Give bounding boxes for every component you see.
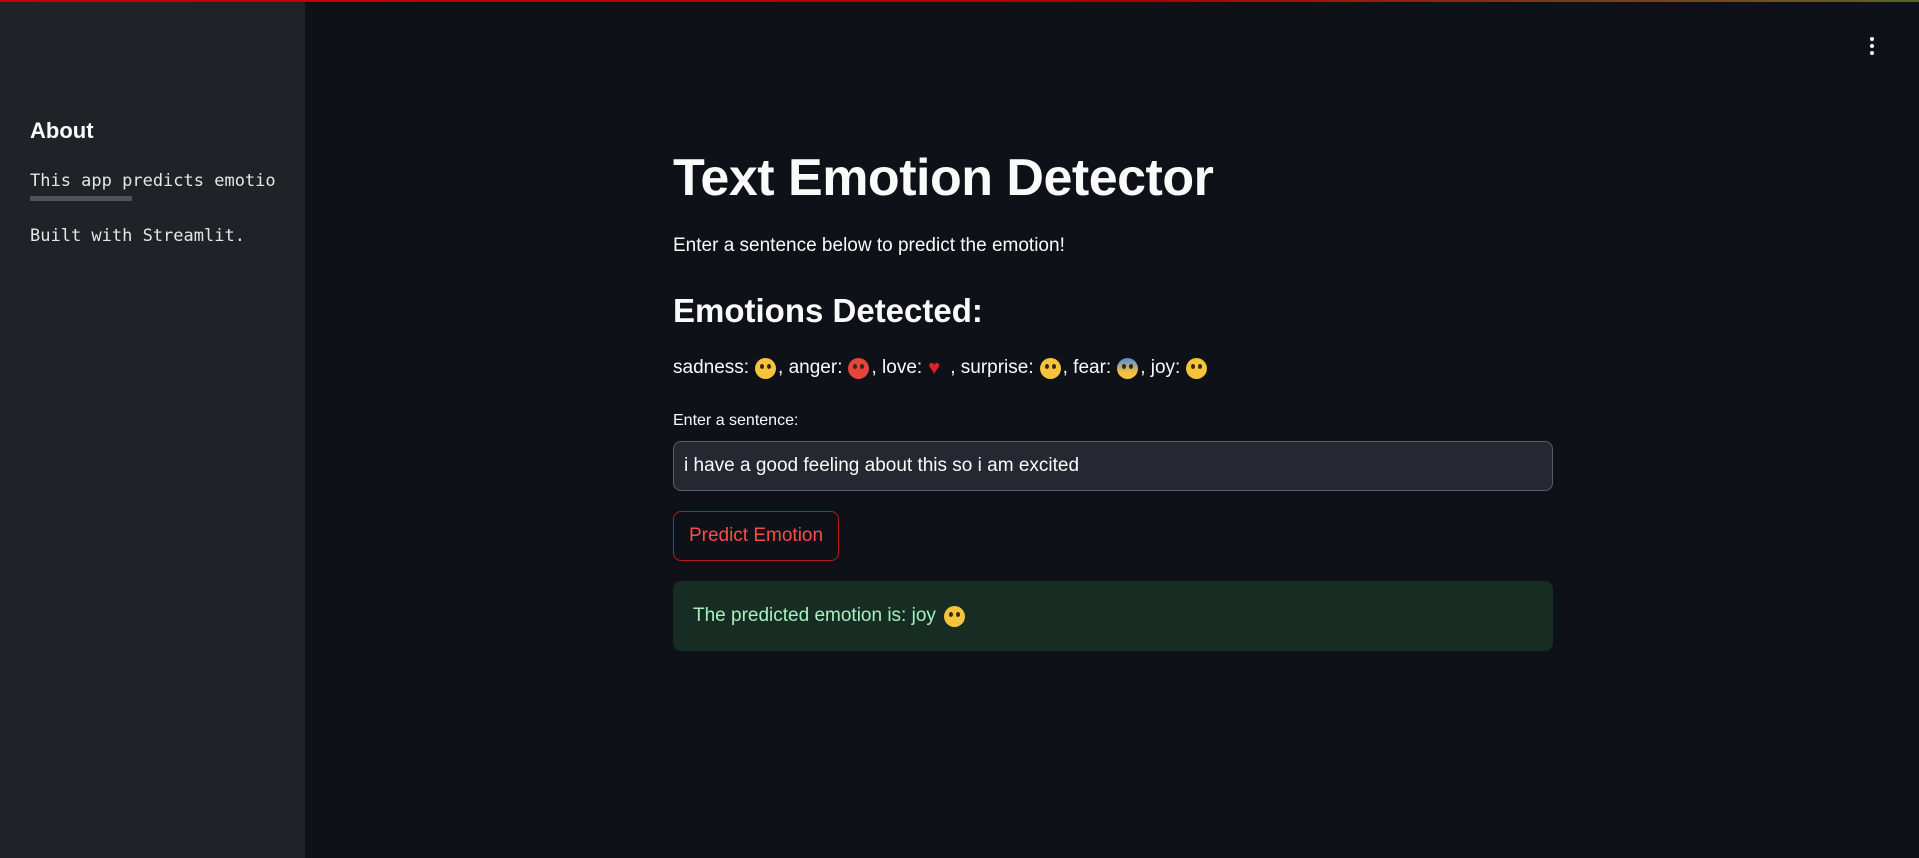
sentence-input-label: Enter a sentence: <box>673 412 799 429</box>
emotion-legend: sadness: , anger: , love: ♥ , surprise: … <box>673 357 1209 379</box>
prediction-result-text: The predicted emotion is: joy <box>693 605 936 626</box>
red-heart-icon: ♥ <box>928 357 941 379</box>
emotion-anger-label: anger: <box>788 357 843 378</box>
predict-emotion-button[interactable]: Predict Emotion <box>673 511 839 561</box>
astonished-face-icon <box>1039 357 1061 379</box>
emotion-joy-label: joy: <box>1150 357 1181 378</box>
angry-face-icon <box>848 357 870 379</box>
sidebar-built-with: Built with Streamlit. <box>30 226 245 246</box>
emotions-subheader: Emotions Detected: <box>673 292 983 329</box>
emotion-love-label: love: <box>882 357 923 378</box>
sidebar-description: This app predicts emotions <box>30 171 276 191</box>
emotion-sadness-label: sadness: <box>673 357 750 378</box>
sidebar: About This app predicts emotions Built w… <box>0 0 305 858</box>
code-scrollbar[interactable] <box>30 196 132 201</box>
main-menu-button[interactable] <box>1856 30 1888 62</box>
top-decoration-bar <box>0 0 1919 2</box>
emotion-fear-label: fear: <box>1073 357 1112 378</box>
emotion-surprise-label: surprise: <box>960 357 1034 378</box>
flushed-face-icon <box>755 357 777 379</box>
prediction-result-alert: The predicted emotion is: joy <box>673 581 1553 651</box>
sidebar-title: About <box>30 118 94 143</box>
page-title: Text Emotion Detector <box>673 149 1214 207</box>
intro-text: Enter a sentence below to predict the em… <box>673 235 1065 256</box>
smiling-face-icon <box>943 605 965 627</box>
sentence-input[interactable] <box>673 441 1553 491</box>
fearful-face-icon <box>1117 357 1139 379</box>
smiling-face-icon <box>1186 357 1208 379</box>
kebab-menu-icon <box>1870 37 1874 41</box>
